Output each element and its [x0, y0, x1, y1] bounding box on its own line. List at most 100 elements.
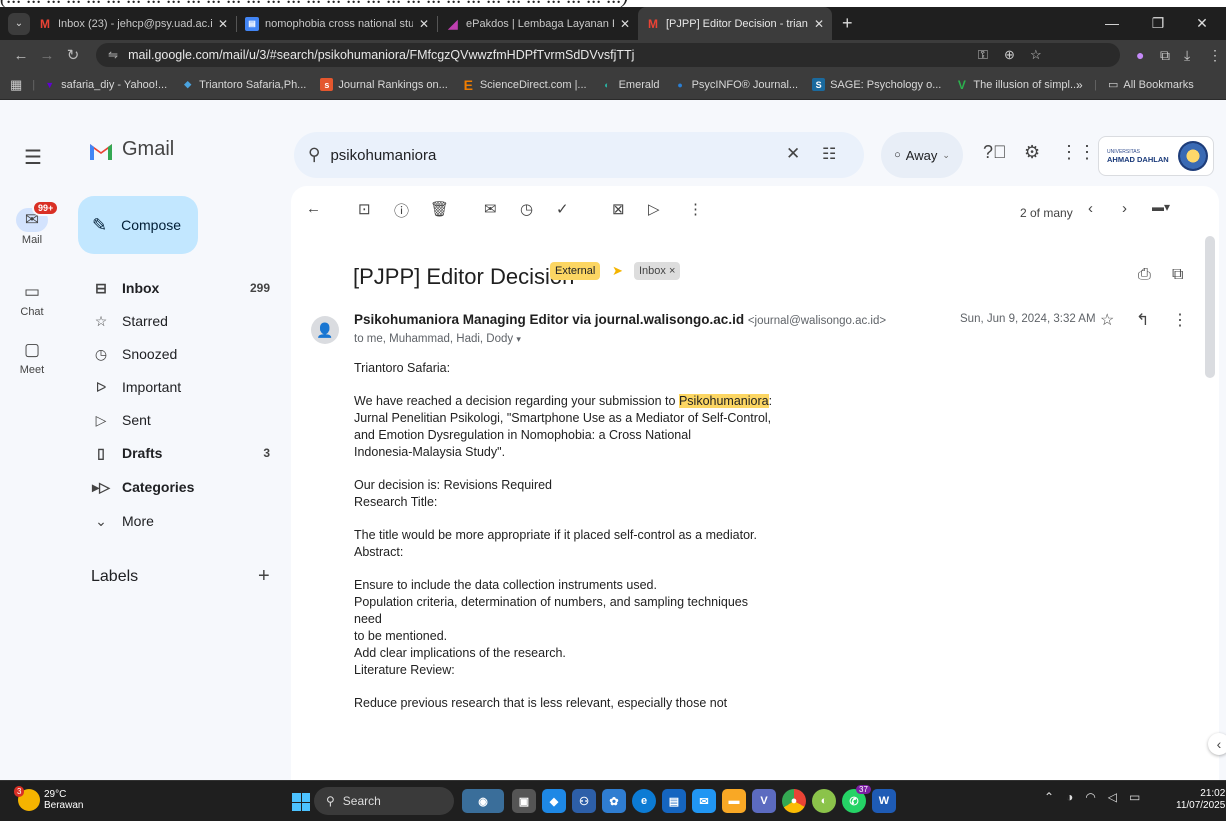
report-spam-icon[interactable]: ⓘ [394, 200, 409, 221]
close-icon[interactable]: ✕ [218, 17, 228, 31]
bookmark-item-3[interactable]: E ScienceDirect.com |... [462, 77, 587, 93]
recipients-line[interactable]: to me, Muhammad, Hadi, Dody ▾ [354, 333, 521, 345]
sender-name[interactable]: Psikohumaniora Managing Editor via journ… [354, 312, 744, 327]
reload-icon[interactable]: ↻ [60, 46, 86, 64]
gmail-logo[interactable]: Gmail [88, 138, 174, 161]
windows-start-icon[interactable] [292, 793, 310, 811]
main-menu-icon[interactable]: ☰ [24, 145, 42, 170]
help-icon[interactable]: ?⃝ [983, 142, 1007, 163]
browser-tab-1[interactable]: ▤ nomophobia cross national stu ✕ [237, 7, 437, 40]
password-key-icon[interactable]: ⚿ [978, 43, 988, 67]
forward-arrow-icon[interactable]: → [34, 47, 60, 64]
move-to-icon[interactable]: ⊠ [612, 200, 625, 218]
nav-categories[interactable]: ▸▷ Categories [78, 471, 278, 503]
input-tools-icon[interactable]: ▬▾ [1152, 200, 1170, 214]
volume-icon[interactable]: ◁ [1108, 790, 1117, 804]
all-bookmarks-button[interactable]: ▭ All Bookmarks [1108, 78, 1194, 92]
tab-search-button[interactable]: ⌄ [8, 12, 30, 35]
close-icon[interactable]: ✕ [814, 17, 824, 31]
menu-dots-icon[interactable]: ⋮ [1208, 40, 1222, 70]
search-icon[interactable]: ⚲ [308, 145, 320, 165]
rail-chat[interactable]: ▭ Chat [0, 280, 64, 318]
wifi-icon[interactable]: ◠ [1085, 790, 1095, 804]
battery-icon[interactable]: ▭ [1129, 790, 1140, 804]
compose-button[interactable]: ✎ Compose [78, 196, 198, 254]
older-icon[interactable]: › [1122, 200, 1127, 217]
store-icon[interactable]: ▤ [662, 789, 686, 813]
account-org-badge[interactable]: UNIVERSITAS AHMAD DAHLAN [1098, 136, 1214, 176]
mail-search-bar[interactable]: ⚲ psikohumaniora ✕ ☷ [294, 132, 864, 178]
widget-image-icon[interactable]: ◉ [462, 789, 504, 813]
settings-app-icon[interactable]: ✿ [602, 789, 626, 813]
download-icon[interactable]: ⤓ [1184, 40, 1190, 70]
delete-icon[interactable]: 🗑 [430, 200, 449, 218]
v-app-icon[interactable]: V [752, 789, 776, 813]
zoom-icon[interactable]: ⊕ [1004, 43, 1015, 67]
mark-unread-icon[interactable]: ✉ [484, 200, 497, 218]
back-arrow-icon[interactable]: ← [8, 47, 34, 64]
star-icon[interactable]: ☆ [1100, 310, 1114, 330]
search-options-icon[interactable]: ☷ [822, 144, 836, 164]
more-options-icon[interactable]: ⋮ [688, 200, 703, 218]
browser-tab-3-active[interactable]: M [PJPP] Editor Decision - trianton ✕ [638, 7, 832, 40]
importance-marker-icon[interactable]: ➤ [612, 263, 623, 279]
bookmark-item-0[interactable]: ▼ safaria_diy - Yahoo!... [43, 78, 167, 91]
apps-grid-icon[interactable]: ▦ [10, 77, 22, 93]
bookmark-item-2[interactable]: s Journal Rankings on... [320, 78, 448, 91]
app-tray-icon[interactable]: ◑ [1066, 790, 1073, 804]
snooze-icon[interactable]: ◷ [520, 200, 533, 218]
taskbar-clock[interactable]: 21:02 11/07/2025 [1176, 788, 1225, 812]
reply-icon[interactable]: ↰ [1136, 310, 1149, 330]
copilot-icon[interactable]: ◆ [542, 789, 566, 813]
inbox-label-chip[interactable]: Inbox × [634, 262, 681, 280]
teams-icon[interactable]: ⚇ [572, 789, 596, 813]
mail-app-icon[interactable]: ✉ [692, 789, 716, 813]
archive-icon[interactable]: ⊡ [358, 200, 371, 218]
rail-meet[interactable]: ▢ Meet [0, 338, 64, 376]
minimize-button[interactable]: — [1092, 7, 1132, 40]
scrollbar-thumb[interactable] [1205, 236, 1215, 378]
nav-snoozed[interactable]: ◷ Snoozed [78, 338, 278, 370]
clear-search-icon[interactable]: ✕ [786, 144, 800, 164]
settings-gear-icon[interactable]: ⚙ [1024, 142, 1040, 163]
more-bookmarks-button[interactable]: » [1076, 78, 1083, 92]
back-to-search-icon[interactable]: ← [306, 200, 321, 217]
print-icon[interactable]: ⎙ [1138, 266, 1151, 284]
bookmark-item-6[interactable]: S SAGE: Psychology o... [812, 78, 941, 91]
bookmark-star-icon[interactable]: ☆ [1030, 43, 1042, 67]
add-task-icon[interactable]: ✓ [556, 200, 569, 218]
nav-important[interactable]: ᐅ Important [78, 371, 278, 403]
nav-more[interactable]: ⌄ More [78, 505, 278, 537]
chevron-up-icon[interactable]: ⌃ [1044, 790, 1054, 804]
address-bar[interactable]: ⇋ mail.google.com/mail/u/3/#search/psiko… [96, 43, 1120, 67]
edge-icon[interactable]: e [632, 789, 656, 813]
add-label-button[interactable]: + [258, 565, 270, 588]
chevron-down-icon[interactable]: ▾ [516, 334, 521, 344]
chrome-icon[interactable]: ● [782, 789, 806, 813]
extensions-puzzle-icon[interactable]: ⧉ [1160, 40, 1170, 70]
new-tab-button[interactable]: + [842, 13, 853, 34]
more-options-icon[interactable]: ⋮ [1172, 310, 1188, 330]
nav-drafts[interactable]: ▯ Drafts 3 [78, 437, 278, 469]
labels-icon[interactable]: ▷ [648, 200, 660, 218]
bookmark-item-5[interactable]: ● PsycINFO® Journal... [674, 78, 798, 91]
nav-sent[interactable]: ▷ Sent [78, 404, 278, 436]
side-panel-toggle-icon[interactable]: ‹ [1208, 733, 1226, 755]
status-selector[interactable]: ○ Away ⌄ [881, 132, 963, 178]
newer-icon[interactable]: ‹ [1088, 200, 1093, 217]
close-icon[interactable]: ✕ [419, 17, 429, 31]
green-app-icon[interactable]: ◐ [812, 789, 836, 813]
search-input[interactable]: psikohumaniora [330, 147, 436, 164]
task-view-icon[interactable]: ▣ [512, 789, 536, 813]
browser-tab-0[interactable]: M Inbox (23) - jehcp@psy.uad.ac.i ✕ [30, 7, 236, 40]
window-close-button[interactable]: ✕ [1182, 7, 1222, 40]
bookmark-item-1[interactable]: ◆ Triantoro Safaria,Ph... [181, 78, 306, 91]
open-new-window-icon[interactable]: ⧉ [1172, 266, 1183, 284]
close-icon[interactable]: ✕ [620, 17, 630, 31]
bookmark-item-7[interactable]: V The illusion of simpl... [955, 78, 1079, 92]
bookmark-item-4[interactable]: ◐ Emerald [601, 78, 659, 91]
maximize-button[interactable]: ❐ [1138, 7, 1178, 40]
word-icon[interactable]: W [872, 789, 896, 813]
nav-inbox[interactable]: ⊟ Inbox 299 [78, 272, 278, 304]
extension-icon[interactable]: ● [1136, 40, 1144, 70]
